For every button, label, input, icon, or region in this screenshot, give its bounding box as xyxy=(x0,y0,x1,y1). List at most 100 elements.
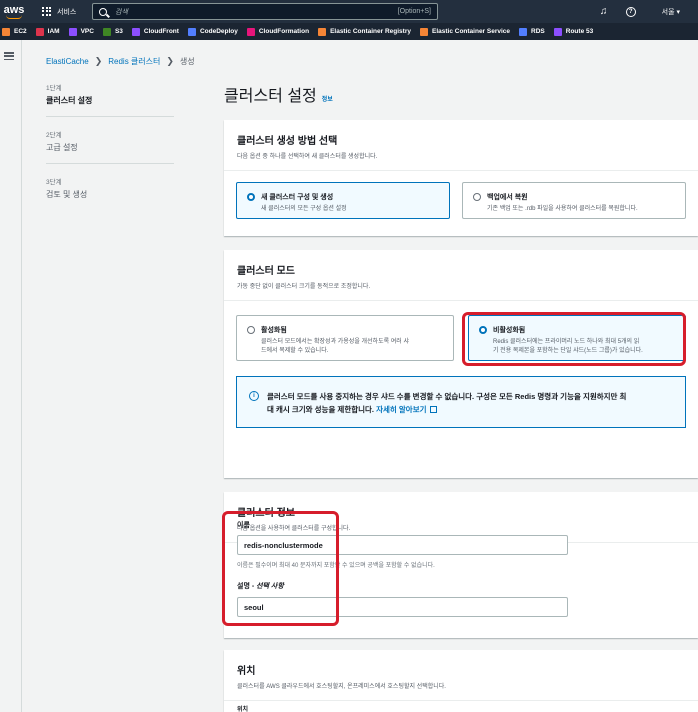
favorite-rds[interactable]: RDS xyxy=(519,27,545,36)
option-description-line: Redis 클러스터에는 프라이머리 노드 하나와 최대 5개의 읽 xyxy=(493,339,640,345)
favorite-route-53[interactable]: Route 53 xyxy=(553,27,594,36)
option-description: Redis 클러스터에는 프라이머리 노드 하나와 최대 5개의 읽 기 전용 … xyxy=(493,338,643,355)
services-menu-button[interactable]: 서비스 xyxy=(42,6,77,17)
radio-unselected[interactable] xyxy=(247,325,255,334)
panel-title: 클러스터 정보 xyxy=(237,508,295,519)
help-icon[interactable]: ? xyxy=(625,6,636,17)
favorite-codedeploy[interactable]: CodeDeploy xyxy=(187,27,238,36)
favorite-label: CodeDeploy xyxy=(199,28,238,35)
cluster-info-panel: 클러스터 정보 다음 옵션을 사용하여 클러스터를 구성합니다. 이름 redi… xyxy=(224,492,698,638)
favorite-label: Route 53 xyxy=(565,28,594,35)
service-icon xyxy=(187,27,196,36)
aws-smile-icon xyxy=(6,15,22,19)
favorite-label: EC2 xyxy=(14,28,27,35)
menu-icon[interactable] xyxy=(4,52,14,60)
name-label: 이름 xyxy=(237,522,250,529)
search-placeholder: 검색 xyxy=(115,8,128,16)
panel-description: 가동 중단 없이 클러스터 크기를 동적으로 조정합니다. xyxy=(237,284,371,290)
alert-line: 대 캐시 크기와 성능을 제한합니다. xyxy=(267,405,375,415)
step-number: 1단계 xyxy=(46,85,62,92)
step-divider xyxy=(46,163,174,164)
info-icon: i xyxy=(249,391,259,401)
search-input[interactable]: 검색 [Option+S] xyxy=(92,3,438,20)
step-number: 3단계 xyxy=(46,179,62,186)
description-label-text: 설명 - xyxy=(237,583,257,590)
favorite-vpc[interactable]: VPC xyxy=(68,27,94,36)
alert-text: 클러스터 모드를 사용 중지하는 경우 샤드 수를 변경할 수 없습니다. 구성… xyxy=(267,390,626,416)
radio-selected[interactable] xyxy=(247,192,255,201)
chevron-right-icon: ❯ xyxy=(166,56,174,66)
breadcrumb-elasticache[interactable]: ElastiCache xyxy=(46,57,89,66)
favorite-label: IAM xyxy=(47,28,60,35)
step-1[interactable]: 1단계 클러스터 설정 xyxy=(46,82,176,106)
favorite-label: RDS xyxy=(531,28,545,35)
top-navigation: aws 서비스 검색 [Option+S] ♫ ? 서울 ▾ xyxy=(0,0,698,23)
services-label: 서비스 xyxy=(57,8,77,16)
option-title: 활성화됨 xyxy=(261,327,287,334)
bell-icon[interactable]: ♫ xyxy=(598,6,610,17)
option-description-line: 기 전용 복제본을 포함하는 단일 샤드(노드 그룹)가 있습니다. xyxy=(493,347,643,354)
option-description-line: 클러스터 모드에서는 확장성과 가용성을 개선하도록 여러 샤 xyxy=(261,339,410,345)
grid-icon xyxy=(42,6,52,17)
page-title-text: 클러스터 설정 xyxy=(224,88,317,105)
option-new-cluster[interactable]: 새 클러스터 구성 및 생성 새 클러스터의 모든 구성 옵션 설정 xyxy=(236,182,450,219)
panel-description: 다음 옵션을 사용하여 클러스터를 구성합니다. xyxy=(237,526,351,532)
service-icon xyxy=(519,27,528,36)
option-title: 백업에서 복원 xyxy=(487,194,528,201)
description-label: 설명 - 선택 사항 xyxy=(237,581,284,591)
side-rail-divider xyxy=(21,40,22,712)
name-input[interactable]: redis-nonclustermode xyxy=(237,535,568,555)
location-panel: 위치 클러스터를 AWS 클라우드에서 호스팅할지, 온프레미스에서 호스팅할지… xyxy=(224,650,698,712)
option-title: 비활성화됨 xyxy=(493,327,526,334)
radio-selected[interactable] xyxy=(479,325,487,334)
search-icon xyxy=(99,7,107,16)
service-icon xyxy=(131,27,140,36)
page-title: 클러스터 설정 정보 xyxy=(224,82,333,106)
wizard-steps: 1단계 클러스터 설정 2단계 고급 설정 3단계 검토 및 생성 xyxy=(46,82,176,200)
alert-line: 클러스터 모드를 사용 중지하는 경우 샤드 수를 변경할 수 없습니다. 구성… xyxy=(267,392,627,401)
option-description: 클러스터 모드에서는 확장성과 가용성을 개선하도록 여러 샤 드에서 복제할 … xyxy=(261,338,409,355)
search-shortcut: [Option+S] xyxy=(397,8,431,15)
option-cluster-mode-enabled[interactable]: 활성화됨 클러스터 모드에서는 확장성과 가용성을 개선하도록 여러 샤 드에서… xyxy=(236,315,454,361)
option-description: 새 클러스터의 모든 구성 옵션 설정 xyxy=(261,206,347,212)
aws-logo-text: aws xyxy=(3,3,25,16)
step-3[interactable]: 3단계 검토 및 생성 xyxy=(46,176,176,200)
favorite-label: CloudFront xyxy=(143,28,179,35)
breadcrumb-redis-clusters[interactable]: Redis 클러스터 xyxy=(108,56,160,67)
info-link[interactable]: 정보 xyxy=(322,94,333,103)
panel-title: 클러스터 생성 방법 선택 xyxy=(237,136,338,147)
favorite-iam[interactable]: IAM xyxy=(35,27,60,36)
service-icon xyxy=(553,27,562,36)
region-selector[interactable]: 서울 ▾ xyxy=(662,7,680,17)
step-divider xyxy=(46,116,174,117)
favorite-elastic-container-registry[interactable]: Elastic Container Registry xyxy=(318,27,411,36)
option-cluster-mode-disabled[interactable]: 비활성화됨 Redis 클러스터에는 프라이머리 노드 하나와 최대 5개의 읽… xyxy=(468,315,686,361)
option-description: 기존 백업 또는 .rdb 파일을 사용하여 클러스터를 복원합니다. xyxy=(487,206,638,212)
description-input[interactable]: seoul xyxy=(237,597,568,617)
service-icon xyxy=(35,27,44,36)
option-title: 새 클러스터 구성 및 생성 xyxy=(261,194,334,201)
favorite-label: VPC xyxy=(80,28,94,35)
radio-unselected[interactable] xyxy=(473,192,481,201)
panel-description: 다음 옵션 중 하나를 선택하여 새 클러스터를 생성합니다. xyxy=(237,154,378,160)
favorite-elastic-container-service[interactable]: Elastic Container Service xyxy=(419,27,510,36)
favorite-s3[interactable]: S3 xyxy=(102,27,123,36)
favorite-label: CloudFormation xyxy=(258,28,310,35)
panel-divider xyxy=(224,170,698,171)
option-restore-backup[interactable]: 백업에서 복원 기존 백업 또는 .rdb 파일을 사용하여 클러스터를 복원합… xyxy=(462,182,686,219)
service-icon xyxy=(246,27,255,36)
step-number: 2단계 xyxy=(46,132,62,139)
aws-logo[interactable]: aws xyxy=(0,0,28,23)
info-alert: i 클러스터 모드를 사용 중지하는 경우 샤드 수를 변경할 수 없습니다. … xyxy=(236,376,686,429)
favorite-ec2[interactable]: EC2 xyxy=(2,27,27,36)
step-name: 클러스터 설정 xyxy=(46,96,93,105)
panel-description: 클러스터를 AWS 클라우드에서 호스팅할지, 온프레미스에서 호스팅할지 선택… xyxy=(237,684,446,690)
step-2[interactable]: 2단계 고급 설정 xyxy=(46,129,176,153)
learn-more-link[interactable]: 자세히 알아보기 xyxy=(376,405,426,414)
service-icon xyxy=(419,27,428,36)
favorite-cloudformation[interactable]: CloudFormation xyxy=(246,27,310,36)
step-name: 검토 및 생성 xyxy=(46,190,88,199)
favorite-cloudfront[interactable]: CloudFront xyxy=(131,27,179,36)
name-hint: 이름은 필수이며 최대 40 문자까지 포함할 수 있으며 공백을 포함할 수 … xyxy=(237,563,435,569)
creation-method-panel: 클러스터 생성 방법 선택 다음 옵션 중 하나를 선택하여 새 클러스터를 생… xyxy=(224,120,698,236)
